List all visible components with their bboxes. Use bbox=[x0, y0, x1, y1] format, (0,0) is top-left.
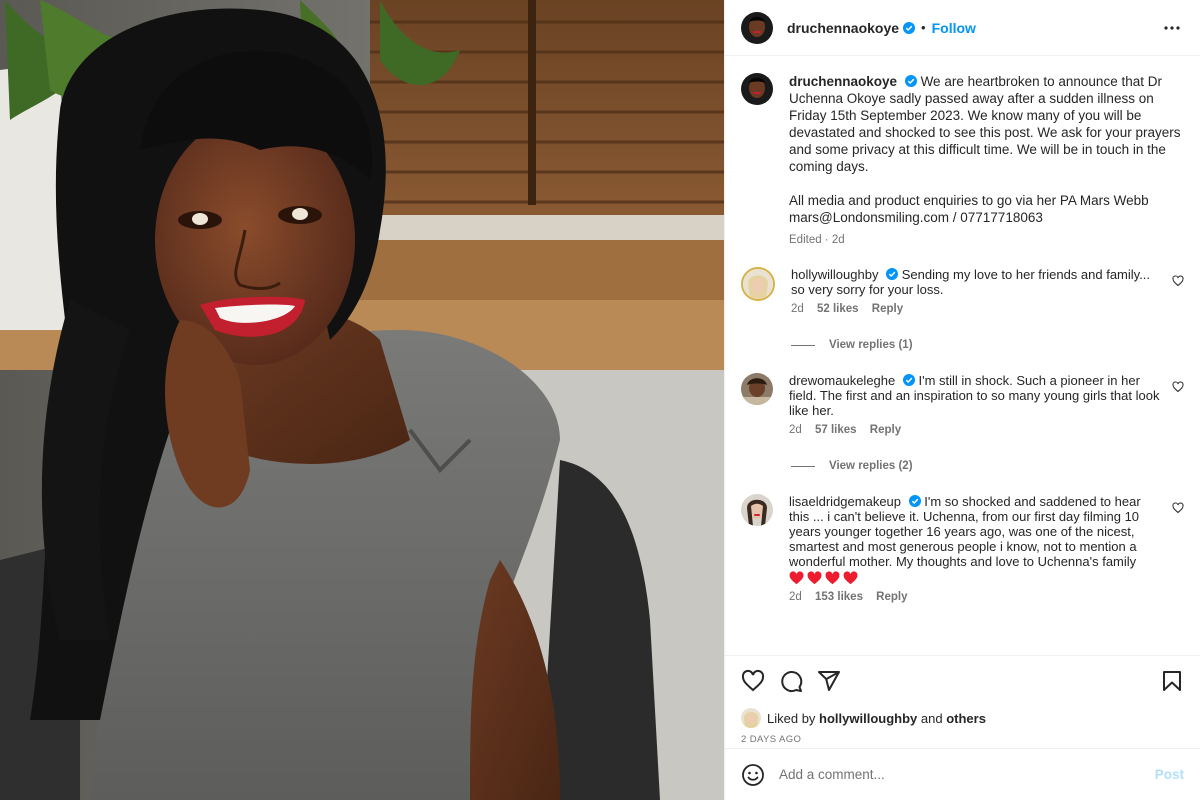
comment-icon[interactable] bbox=[779, 669, 803, 693]
heart-icon[interactable] bbox=[741, 669, 765, 693]
verified-badge-icon bbox=[886, 268, 899, 280]
caption-meta: Edited · 2d bbox=[789, 234, 845, 246]
caption-username[interactable]: druchennaokoye bbox=[789, 74, 897, 89]
comment-heart-icon[interactable] bbox=[1172, 275, 1184, 287]
comment-time: 2d bbox=[789, 591, 802, 603]
caption-text: We are heartbroken to announce that Dr U… bbox=[789, 74, 1181, 174]
reply-button[interactable]: Reply bbox=[872, 303, 903, 315]
comment-likes[interactable]: 52 likes bbox=[817, 303, 859, 315]
author-avatar[interactable] bbox=[741, 11, 773, 44]
verified-badge-icon bbox=[903, 21, 916, 34]
liked-by-and: and bbox=[920, 710, 943, 726]
comment-body: lisaeldridgemakeup I'm so shocked and sa… bbox=[789, 494, 1172, 603]
red-heart-emoji-icon bbox=[807, 571, 822, 585]
verified-badge-icon bbox=[902, 374, 915, 386]
comment-username[interactable]: drewomaukeleghe bbox=[789, 373, 895, 388]
comment-body: drewomaukeleghe I'm still in shock. Such… bbox=[789, 373, 1172, 436]
verified-badge-icon bbox=[908, 495, 921, 507]
bookmark-icon[interactable] bbox=[1160, 669, 1184, 693]
liked-by-others[interactable]: others bbox=[946, 711, 986, 726]
comment-item: lisaeldridgemakeup I'm so shocked and sa… bbox=[741, 494, 1184, 603]
comment-likes[interactable]: 57 likes bbox=[815, 424, 857, 436]
comment-time: 2d bbox=[789, 424, 802, 436]
view-replies-button[interactable]: View replies (2) bbox=[791, 460, 1184, 472]
liker-avatar[interactable] bbox=[741, 708, 761, 728]
replies-divider bbox=[791, 344, 815, 346]
red-heart-emoji-icon bbox=[825, 571, 840, 585]
add-comment-bar: Post bbox=[725, 748, 1200, 800]
comment-username[interactable]: hollywilloughby bbox=[791, 267, 878, 282]
add-comment-input[interactable] bbox=[779, 767, 1155, 782]
comments-scroll-area[interactable]: druchennaokoye We are heartbroken to ann… bbox=[725, 57, 1200, 655]
share-icon[interactable] bbox=[817, 669, 841, 693]
comment-heart-icon[interactable] bbox=[1172, 502, 1184, 514]
liked-by-prefix: Liked by bbox=[767, 710, 816, 726]
view-replies-label: View replies (1) bbox=[829, 339, 913, 351]
post-actions: Liked by hollywilloughby and others 2 DA… bbox=[725, 655, 1200, 745]
more-options-button[interactable] bbox=[1160, 16, 1184, 40]
commenter-avatar[interactable] bbox=[741, 494, 773, 526]
action-icons bbox=[741, 656, 1184, 706]
post-modal: druchennaokoye • Follow druchennaokoye W… bbox=[0, 0, 1200, 800]
comment-meta: 2d 57 likes Reply bbox=[789, 424, 1160, 436]
comment-item: drewomaukeleghe I'm still in shock. Such… bbox=[741, 373, 1184, 436]
separator-dot: • bbox=[921, 20, 926, 35]
view-replies-label: View replies (2) bbox=[829, 460, 913, 472]
caption-avatar[interactable] bbox=[741, 73, 773, 105]
post-timestamp: 2 DAYS AGO bbox=[741, 734, 802, 745]
comment-body: hollywilloughby Sending my love to her f… bbox=[791, 267, 1172, 315]
author-username[interactable]: druchennaokoye bbox=[787, 20, 899, 36]
comment-time: 2d bbox=[791, 303, 804, 315]
post-caption: druchennaokoye We are heartbroken to ann… bbox=[741, 73, 1184, 249]
caption-body: druchennaokoye We are heartbroken to ann… bbox=[789, 73, 1184, 249]
emoji-icon[interactable] bbox=[741, 763, 765, 787]
comment-item: hollywilloughby Sending my love to her f… bbox=[741, 267, 1184, 315]
red-heart-emoji-icon bbox=[843, 571, 858, 585]
follow-button[interactable]: Follow bbox=[932, 20, 976, 36]
comment-username[interactable]: lisaeldridgemakeup bbox=[789, 494, 901, 509]
comment-likes[interactable]: 153 likes bbox=[815, 591, 863, 603]
post-sidebar: druchennaokoye • Follow druchennaokoye W… bbox=[724, 0, 1200, 800]
reply-button[interactable]: Reply bbox=[876, 591, 907, 603]
more-icon bbox=[1164, 25, 1180, 30]
post-photo[interactable] bbox=[0, 0, 724, 800]
commenter-avatar[interactable] bbox=[741, 267, 775, 301]
reply-button[interactable]: Reply bbox=[870, 424, 901, 436]
post-header: druchennaokoye • Follow bbox=[725, 0, 1200, 56]
liked-by-user[interactable]: hollywilloughby bbox=[819, 711, 917, 726]
red-heart-emoji-icon bbox=[789, 571, 804, 585]
comment-meta: 2d 52 likes Reply bbox=[791, 303, 1160, 315]
comment-heart-icon[interactable] bbox=[1172, 381, 1184, 393]
post-comment-button[interactable]: Post bbox=[1155, 767, 1184, 782]
replies-divider bbox=[791, 465, 815, 467]
likes-summary: Liked by hollywilloughby and others bbox=[741, 708, 1184, 728]
comment-meta: 2d 153 likes Reply bbox=[789, 591, 1160, 603]
portrait-photo bbox=[0, 0, 724, 800]
commenter-avatar[interactable] bbox=[741, 373, 773, 405]
caption-contact-text: All media and product enquiries to go vi… bbox=[789, 193, 1149, 225]
view-replies-button[interactable]: View replies (1) bbox=[791, 339, 1184, 351]
verified-badge-icon bbox=[904, 75, 917, 87]
emoji-hearts bbox=[789, 571, 1160, 585]
